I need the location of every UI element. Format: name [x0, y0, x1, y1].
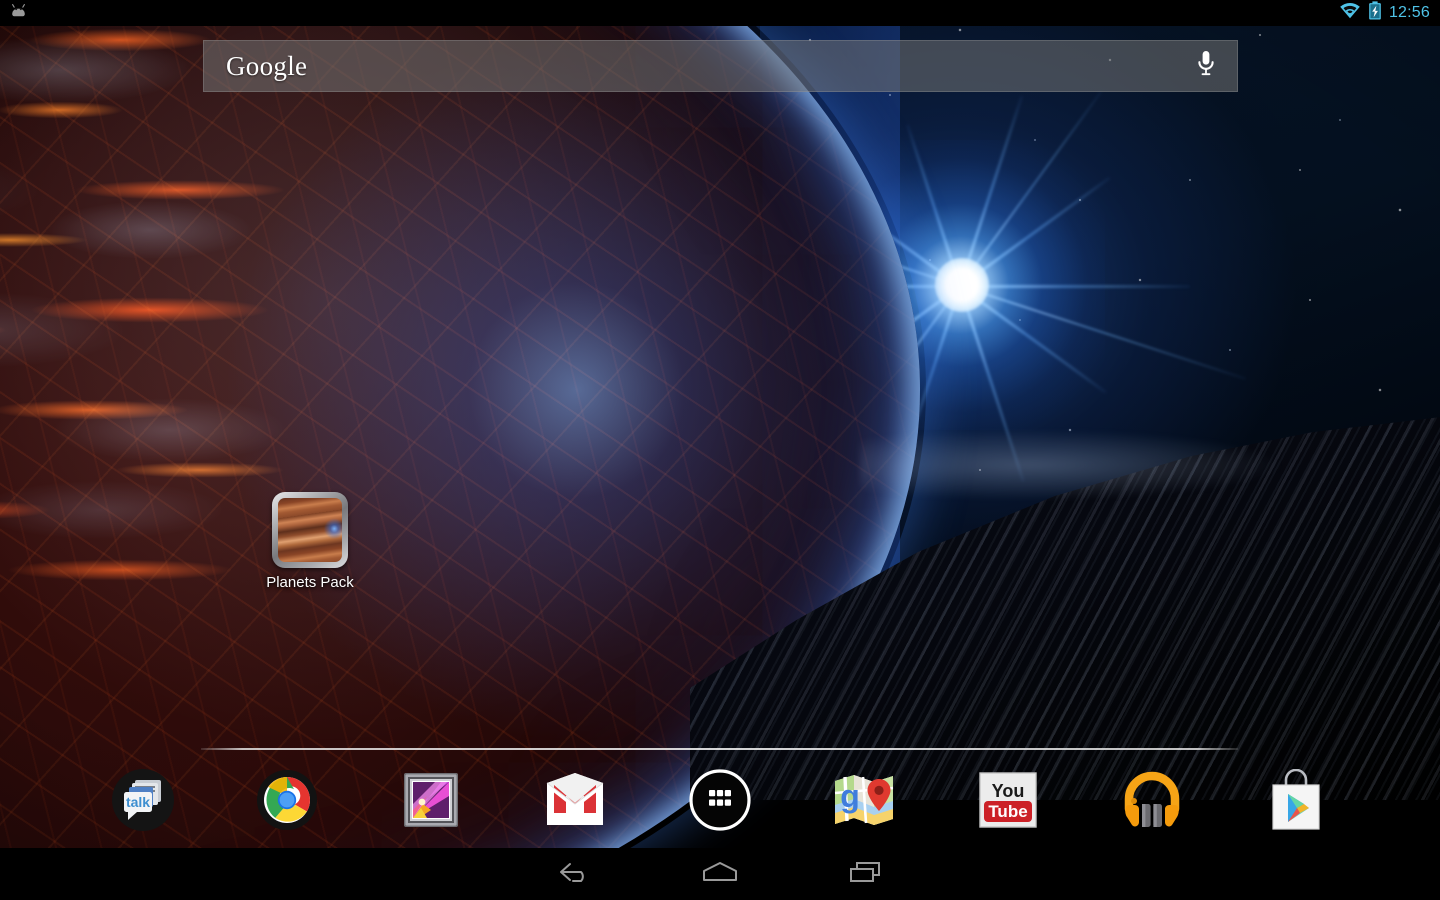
status-bar-notifications[interactable] [0, 3, 30, 24]
dock-item-youtube[interactable]: You Tube [973, 767, 1043, 837]
google-search-bar[interactable]: Google [203, 40, 1238, 92]
dock-item-play-store[interactable] [1261, 767, 1331, 837]
search-input[interactable] [307, 41, 1175, 91]
voice-search-button[interactable] [1175, 41, 1237, 91]
svg-text:talk: talk [126, 794, 150, 810]
app-drawer-icon [689, 769, 751, 836]
dock-divider [201, 748, 1238, 750]
google-maps-icon: g [833, 771, 895, 834]
svg-text:g: g [840, 778, 860, 814]
play-music-icon [1121, 769, 1183, 836]
nav-back-button[interactable] [520, 848, 630, 900]
svg-text:You: You [992, 781, 1025, 801]
dust-band [860, 430, 1280, 500]
dock-item-gallery[interactable] [396, 767, 466, 837]
dock-item-all-apps[interactable] [685, 767, 755, 837]
dock-item-chrome[interactable] [252, 767, 322, 837]
dock-item-talk[interactable]: talk [108, 767, 178, 837]
wifi-icon [1339, 2, 1361, 24]
nav-recent-apps-button[interactable] [810, 848, 920, 900]
android-robot-icon [10, 3, 30, 24]
home-icon [699, 859, 741, 890]
planets-pack-icon [272, 492, 348, 568]
status-bar-clock: 12:56 [1389, 4, 1430, 22]
microphone-icon [1196, 49, 1216, 84]
google-logo: Google [204, 51, 307, 82]
back-arrow-icon [555, 859, 595, 890]
gallery-icon [401, 770, 461, 835]
chrome-icon [256, 769, 318, 836]
gmail-icon [544, 771, 606, 834]
dock-item-maps[interactable]: g [829, 767, 899, 837]
youtube-icon: You Tube [979, 772, 1037, 833]
navigation-bar [0, 848, 1440, 900]
status-bar-system-icons[interactable]: 12:56 [1339, 1, 1440, 25]
dock-item-gmail[interactable] [540, 767, 610, 837]
nav-home-button[interactable] [665, 848, 775, 900]
recent-apps-icon [845, 859, 885, 890]
dock-item-play-music[interactable] [1117, 767, 1187, 837]
play-store-icon [1267, 769, 1325, 836]
status-bar[interactable]: 12:56 [0, 0, 1440, 26]
star-core [935, 258, 989, 312]
google-talk-icon: talk [111, 768, 175, 837]
svg-text:Tube: Tube [988, 802, 1027, 821]
android-home-screen: 12:56 Google Planets Pack [0, 0, 1440, 900]
dock: talk [0, 756, 1440, 848]
battery-charging-icon [1368, 1, 1382, 25]
app-shortcut-label: Planets Pack [266, 575, 354, 590]
app-shortcut-planets-pack[interactable]: Planets Pack [264, 492, 356, 602]
